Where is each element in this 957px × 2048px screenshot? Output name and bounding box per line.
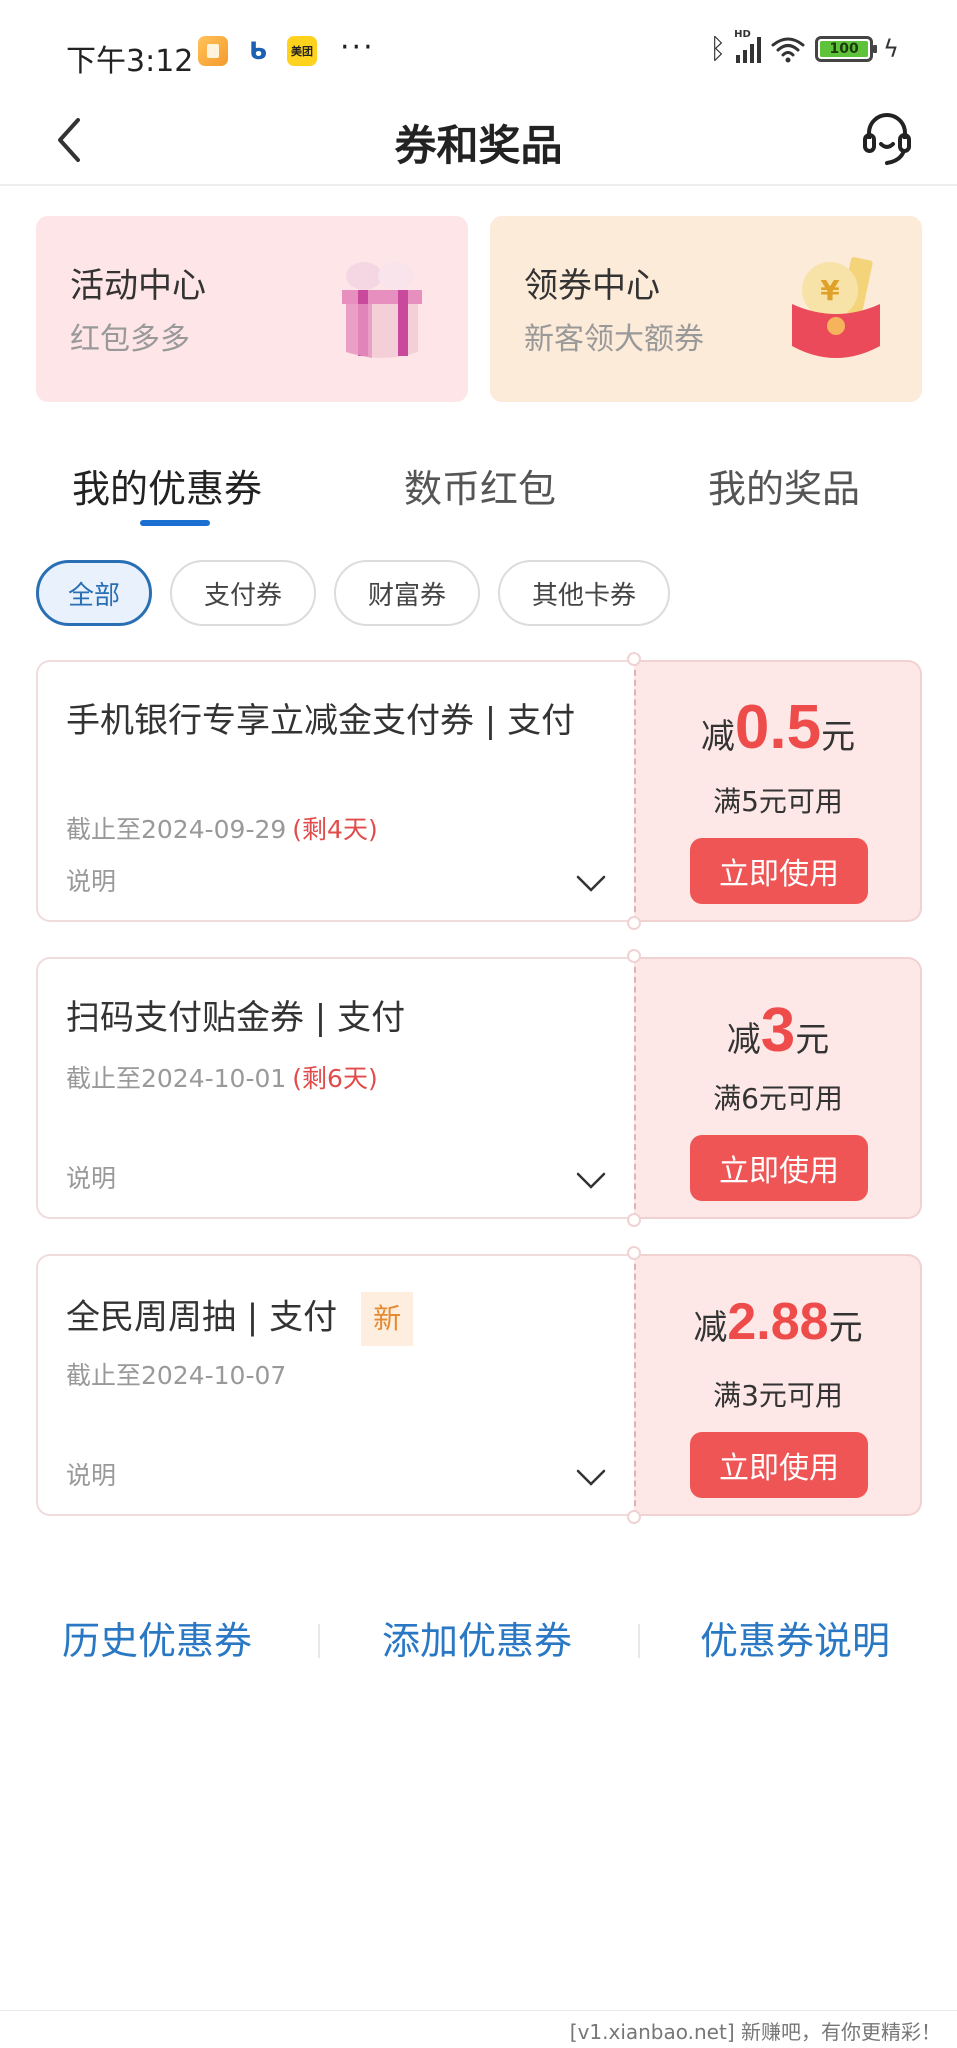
coupon-info: 全民周周抽 | 支付新 截止至2024-10-07 说明 — [36, 1254, 634, 1516]
coupon-title: 全民周周抽 | 支付新 — [66, 1292, 606, 1346]
coupon-condition: 满5元可用 — [713, 785, 843, 818]
coupon-amount: 减2.88元 — [636, 1292, 920, 1352]
bluetooth-icon: ᛒ — [709, 32, 727, 65]
coupon-notch — [627, 1213, 641, 1227]
meituan-app-icon: 美团 — [287, 36, 317, 66]
page-title: 券和奖品 — [394, 121, 563, 170]
new-badge: 新 — [361, 1292, 414, 1346]
coupon-notch — [627, 1510, 641, 1524]
use-now-button[interactable]: 立即使用 — [690, 1432, 868, 1498]
coupon-item: 手机银行专享立减金支付券 | 支付 截止至2024-09-29 (剩4天) 说明 … — [36, 652, 922, 930]
signal-icon: HD — [734, 29, 762, 63]
coupon-amount-unit: 元 — [821, 717, 856, 757]
chevron-down-icon[interactable] — [574, 1460, 608, 1494]
status-right: ᛒ HD 100 ϟ — [709, 29, 899, 66]
watermark-text: [v1.xianbao.net] 新赚吧，有你更精彩！ — [569, 2020, 941, 2044]
coupon-description-toggle[interactable]: 说明 — [66, 862, 116, 898]
tab-my-coupons[interactable]: 我的优惠券 — [72, 458, 262, 513]
more-notifications-icon: ··· — [340, 30, 375, 65]
wifi-icon — [771, 37, 805, 62]
chevron-down-icon[interactable] — [574, 1163, 608, 1197]
header: 券和奖品 — [0, 100, 957, 186]
status-bar: 下午3:12 ᑲ 美团 ··· ᛒ HD 100 ϟ — [0, 0, 957, 100]
add-coupon-link[interactable]: 添加优惠券 — [382, 1610, 572, 1665]
filter-other-cards[interactable]: 其他卡券 — [498, 560, 670, 626]
chevron-down-icon[interactable] — [574, 866, 608, 900]
coupon-rules-link[interactable]: 优惠券说明 — [700, 1610, 890, 1665]
bottom-links: 历史优惠券 添加优惠券 优惠券说明 — [0, 1610, 957, 1670]
coupon-title-text: 全民周周抽 | 支付 — [66, 1297, 338, 1338]
charging-icon: ϟ — [883, 34, 899, 63]
coupon-condition: 满6元可用 — [713, 1082, 843, 1115]
coupon-expiry-date: 截止至2024-10-07 — [66, 1361, 287, 1390]
watermark-divider — [0, 2010, 957, 2011]
divider — [318, 1624, 320, 1658]
tab-my-prizes[interactable]: 我的奖品 — [708, 458, 860, 513]
history-coupons-link[interactable]: 历史优惠券 — [62, 1610, 252, 1665]
coupon-item: 全民周周抽 | 支付新 截止至2024-10-07 说明 减2.88元 满3元可… — [36, 1246, 922, 1524]
coupon-amount-value: 2.88 — [727, 1293, 829, 1351]
use-now-button[interactable]: 立即使用 — [690, 1135, 868, 1201]
coupon-amount-prefix: 减 — [693, 1308, 728, 1348]
svg-text:¥: ¥ — [820, 274, 840, 307]
filter-payment-coupons[interactable]: 支付券 — [170, 560, 316, 626]
coupon-title: 手机银行专享立减金支付券 | 支付 — [66, 701, 576, 741]
baidu-app-icon: ᑲ — [249, 37, 267, 65]
coupon-center-subtitle: 新客领大额券 — [524, 322, 704, 357]
battery-icon: 100 — [815, 35, 878, 62]
headset-icon — [863, 113, 911, 165]
filter-chips: 全部 支付券 财富券 其他卡券 — [36, 560, 670, 626]
coupon-center-title: 领券中心 — [524, 266, 660, 306]
coupon-value-panel: 减3元 满6元可用 立即使用 — [634, 957, 922, 1219]
coupon-notch — [627, 1246, 641, 1260]
coupon-amount-unit: 元 — [795, 1020, 830, 1060]
coupon-value-panel: 减0.5元 满5元可用 立即使用 — [634, 660, 922, 922]
coupon-expiry-date: 截止至2024-09-29 — [66, 815, 287, 844]
battery-level: 100 — [820, 40, 869, 57]
coupon-description-toggle[interactable]: 说明 — [66, 1456, 116, 1492]
coupon-amount: 减0.5元 — [636, 692, 920, 763]
filter-wealth-coupons[interactable]: 财富券 — [334, 560, 480, 626]
coupon-item: 扫码支付贴金券 | 支付 截止至2024-10-01 (剩6天) 说明 减3元 满… — [36, 949, 922, 1227]
active-tab-indicator — [140, 520, 210, 526]
coupon-value-panel: 减2.88元 满3元可用 立即使用 — [634, 1254, 922, 1516]
divider — [638, 1624, 640, 1658]
use-now-button[interactable]: 立即使用 — [690, 838, 868, 904]
coupon-expiry-date: 截止至2024-10-01 — [66, 1064, 287, 1093]
coupon-tabs: 我的优惠券 数币红包 我的奖品 — [0, 458, 957, 538]
coupon-days-remaining: (剩6天) — [292, 1064, 378, 1093]
coupon-amount: 减3元 — [636, 995, 920, 1066]
coupon-amount-unit: 元 — [828, 1308, 863, 1348]
coupon-description-toggle[interactable]: 说明 — [66, 1159, 116, 1195]
activity-center-title: 活动中心 — [70, 266, 206, 306]
coupon-amount-prefix: 减 — [700, 717, 735, 757]
tab-digital-currency-red-packets[interactable]: 数币红包 — [404, 458, 556, 513]
coupon-expiry: 截止至2024-10-01 (剩6天) — [66, 1059, 378, 1095]
coupon-notch — [627, 916, 641, 930]
filter-all[interactable]: 全部 — [36, 560, 152, 626]
coupon-center-card[interactable]: 领券中心 新客领大额券 ¥ — [490, 216, 922, 402]
coupon-condition: 满3元可用 — [713, 1379, 843, 1412]
coupon-info: 手机银行专享立减金支付券 | 支付 截止至2024-09-29 (剩4天) 说明 — [36, 660, 634, 922]
customer-service-button[interactable] — [857, 104, 917, 174]
gift-box-icon — [342, 262, 422, 358]
notes-app-icon — [198, 36, 228, 66]
coupon-notch — [627, 949, 641, 963]
coupon-expiry: 截止至2024-09-29 (剩4天) — [66, 810, 378, 846]
coupon-days-remaining: (剩4天) — [292, 815, 378, 844]
coupon-amount-prefix: 减 — [726, 1020, 761, 1060]
activity-center-card[interactable]: 活动中心 红包多多 — [36, 216, 468, 402]
status-time: 下午3:12 — [66, 44, 194, 79]
activity-center-subtitle: 红包多多 — [70, 322, 190, 357]
coupon-amount-value: 3 — [760, 996, 796, 1065]
coupon-notch — [627, 652, 641, 666]
red-envelope-icon: ¥ — [792, 257, 880, 358]
coupon-amount-value: 0.5 — [734, 693, 822, 762]
coupon-expiry: 截止至2024-10-07 — [66, 1356, 286, 1392]
coupon-info: 扫码支付贴金券 | 支付 截止至2024-10-01 (剩6天) 说明 — [36, 957, 634, 1219]
coupon-title: 扫码支付贴金券 | 支付 — [66, 998, 406, 1038]
